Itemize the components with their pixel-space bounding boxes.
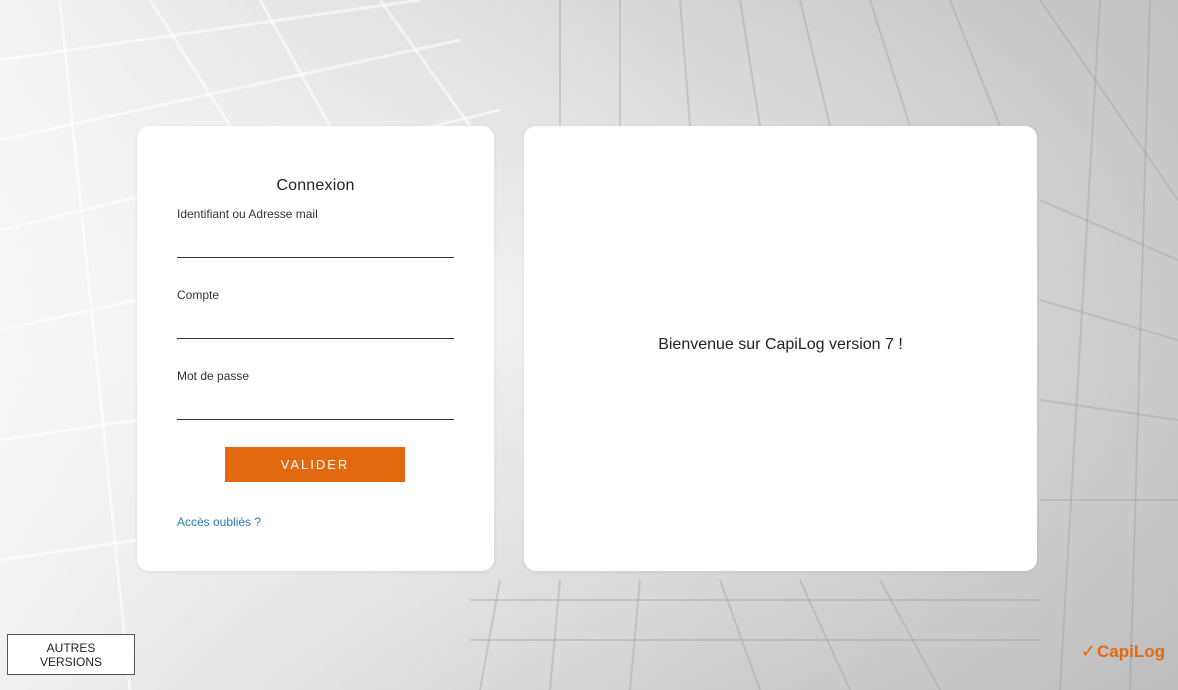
- username-input[interactable]: [177, 235, 454, 258]
- account-input[interactable]: [177, 316, 454, 339]
- account-label: Compte: [177, 288, 220, 302]
- other-versions-button[interactable]: AUTRES VERSIONS: [7, 634, 135, 675]
- capilog-logo: ✓ CapiLog: [1081, 641, 1165, 662]
- logo-text: CapiLog: [1097, 641, 1165, 661]
- username-label: Identifiant ou Adresse mail: [177, 207, 318, 221]
- login-card: Connexion Identifiant ou Adresse mail Co…: [137, 126, 494, 571]
- welcome-card: Bienvenue sur CapiLog version 7 !: [524, 126, 1037, 571]
- password-label: Mot de passe: [177, 369, 250, 383]
- checkmark-icon: ✓: [1080, 641, 1096, 661]
- password-input[interactable]: [177, 397, 454, 420]
- account-field-group: Compte: [177, 288, 454, 339]
- login-title: Connexion: [276, 177, 355, 194]
- username-field-group: Identifiant ou Adresse mail: [177, 207, 454, 258]
- forgot-access-link[interactable]: Accès oubliés ?: [177, 515, 261, 529]
- welcome-message: Bienvenue sur CapiLog version 7 !: [658, 335, 903, 353]
- password-field-group: Mot de passe: [177, 369, 454, 420]
- submit-button[interactable]: VALIDER: [225, 447, 405, 482]
